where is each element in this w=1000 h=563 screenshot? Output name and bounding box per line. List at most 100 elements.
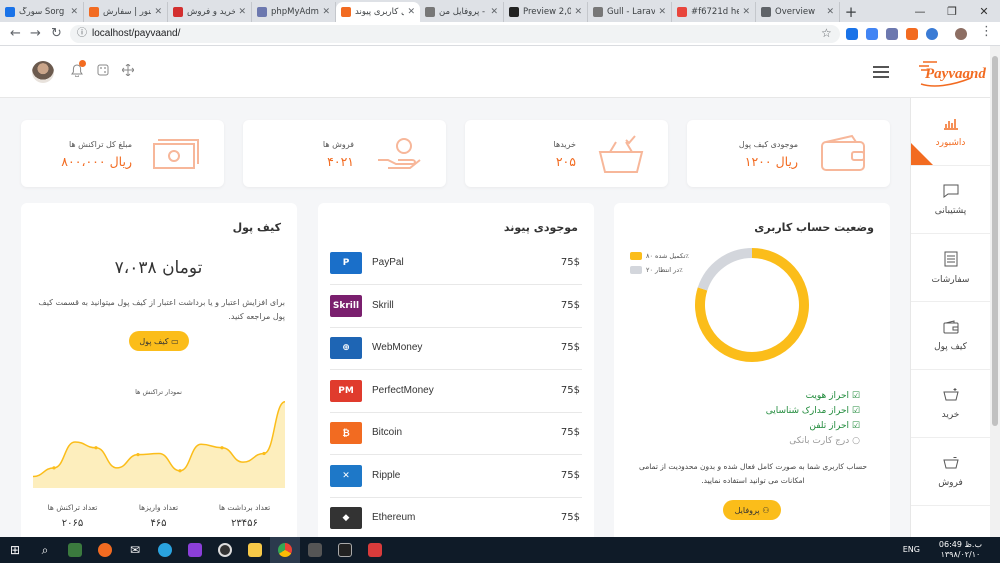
info-icon[interactable]: ⓘ — [77, 25, 87, 43]
close-tab-icon[interactable]: ✕ — [490, 7, 498, 17]
stat-value: ۲۰۶۵ — [61, 518, 84, 529]
payment-value: 75$ — [560, 384, 580, 396]
input-language[interactable]: ENG — [903, 545, 920, 554]
close-tab-icon[interactable]: ✕ — [574, 7, 582, 17]
taskbar-app-tool[interactable] — [300, 537, 330, 563]
check-label: درج کارت بانکی — [789, 436, 850, 446]
close-tab-icon[interactable]: ✕ — [407, 7, 415, 17]
balance-row: Skrill Skrill 75$ — [330, 286, 582, 328]
tab-list: سورگ Sorg ✕ تلنور | سفارش ✕ خرید و فروش ✕ phpM… — [0, 0, 840, 22]
browser-tab[interactable]: پنل کاربری پیوند✕ — [336, 2, 420, 22]
page-scrollbar[interactable] — [990, 46, 1000, 537]
stat-label: تعداد واریزها — [138, 503, 179, 512]
empty-circle-icon: ○ — [852, 436, 860, 446]
taskbar-app-obs[interactable] — [210, 537, 240, 563]
sidebar-item-sell[interactable]: فروش — [911, 438, 990, 506]
check-label: احراز تلفن — [809, 421, 850, 431]
logo-mark: PM — [338, 385, 354, 396]
menu-kebab-icon[interactable]: ⋮ — [980, 24, 993, 39]
fullscreen-icon[interactable] — [121, 63, 135, 77]
tab-title: Preview 2,0 — [523, 7, 572, 17]
favicon-icon — [677, 7, 687, 17]
sidebar-item-dashboard[interactable]: داشبورد — [911, 98, 990, 166]
browser-tab[interactable]: Overview ✕ — [756, 2, 840, 22]
ext-circle-icon[interactable] — [926, 28, 938, 40]
profile-avatar[interactable] — [955, 28, 967, 40]
hamburger-menu-button[interactable] — [873, 66, 889, 81]
sidebar-item-orders[interactable]: سفارشات — [911, 234, 990, 302]
close-tab-icon[interactable]: ✕ — [322, 7, 330, 17]
completion-donut-chart — [695, 248, 809, 362]
maximize-button[interactable]: ❐ — [936, 0, 968, 22]
close-tab-icon[interactable]: ✕ — [154, 7, 162, 17]
stat-card-sales: فروش ها ۴۰۲۱ — [243, 120, 446, 187]
percent-extension-icon[interactable] — [906, 28, 918, 40]
taskbar-app-chrome[interactable] — [270, 537, 300, 563]
close-tab-icon[interactable]: ✕ — [238, 7, 246, 17]
back-button[interactable]: ← — [10, 26, 21, 41]
wallet-card: کیف پول ۷،۰۳۸ تومان برای افزایش اعتبار و… — [21, 203, 297, 537]
php-extension-icon[interactable] — [886, 28, 898, 40]
browser-tab[interactable]: #f6721d hex✕ — [672, 2, 756, 22]
user-avatar[interactable] — [32, 61, 54, 83]
check-circle-icon: ☑ — [851, 421, 860, 431]
taskbar-app-photos[interactable] — [60, 537, 90, 563]
payment-value: 75$ — [560, 427, 580, 438]
search-icon[interactable]: ⌕ — [30, 537, 60, 563]
taskbar-app-telegram[interactable] — [150, 537, 180, 563]
close-tab-icon[interactable]: ✕ — [70, 7, 78, 17]
profile-button[interactable]: پروفایل ⚇ — [723, 500, 781, 520]
browser-tab[interactable]: سورگ Sorg ✕ — [0, 2, 84, 22]
taskbar-app-mail[interactable]: ✉ — [120, 537, 150, 563]
taskbar-app-payvaand[interactable] — [360, 537, 390, 563]
forward-button[interactable]: → — [30, 26, 41, 41]
browser-tab[interactable]: تلنور | سفارش ✕ — [84, 2, 168, 22]
taskbar-app-explorer[interactable] — [240, 537, 270, 563]
close-tab-icon[interactable]: ✕ — [658, 7, 666, 17]
clock-time: 06:49 ب.ظ — [938, 540, 982, 549]
account-description: حساب کاربری شما به صورت کامل فعال شده و … — [638, 462, 868, 485]
user-icon: ⚇ — [762, 505, 770, 515]
taskbar-app-terminal[interactable] — [330, 537, 360, 563]
new-tab-button[interactable]: + — [840, 2, 862, 22]
close-tab-icon[interactable]: ✕ — [742, 7, 750, 17]
taskbar-app-phpstorm[interactable] — [180, 537, 210, 563]
dice-icon[interactable] — [96, 63, 110, 77]
sidebar-item-wallet[interactable]: کیف پول — [911, 302, 990, 370]
extension-icon[interactable] — [846, 28, 858, 40]
window-controls: — ❐ ✕ — [904, 0, 1000, 22]
sidebar-item-label: فروش — [938, 478, 963, 488]
area-point — [262, 451, 266, 456]
minimize-button[interactable]: — — [904, 0, 936, 22]
stat-value: ۲۰۵ — [555, 154, 576, 169]
browser-tab[interactable]: phpMyAdmin✕ — [252, 2, 336, 22]
scrollbar-thumb[interactable] — [992, 56, 998, 426]
payvaand-logo[interactable]: Payvaand — [917, 54, 986, 90]
sidebar-item-support[interactable]: پشتیبانی — [911, 166, 990, 234]
hand-money-icon — [378, 138, 421, 169]
payment-name: PerfectMoney — [372, 384, 434, 396]
favicon-icon — [5, 7, 15, 17]
browser-tab[interactable]: Gull - Larave✕ — [588, 2, 672, 22]
check-label: احراز مدارک شناسایی — [765, 406, 850, 416]
browser-tab[interactable]: خرید و فروش ✕ — [168, 2, 252, 22]
close-window-button[interactable]: ✕ — [968, 0, 1000, 22]
translate-extension-icon[interactable] — [866, 28, 878, 40]
windows-start-icon[interactable]: ⊞ — [0, 537, 30, 563]
browser-tab[interactable]: Preview 2,0 ✕ — [504, 2, 588, 22]
address-bar: ← → ↻ ⓘ localhost/payvaand/ ☆ ⋮ — [0, 22, 1000, 46]
wallet-icon — [821, 134, 865, 171]
check-circle-icon: ☑ — [851, 406, 860, 416]
reload-button[interactable]: ↻ — [51, 26, 62, 41]
url-field[interactable]: ⓘ localhost/payvaand/ — [70, 25, 840, 43]
bookmark-star-icon[interactable]: ☆ — [821, 26, 832, 40]
taskbar-clock[interactable]: 06:49 ب.ظ ۱۳۹۸/۰۲/۱۰ — [939, 540, 982, 560]
sidebar-item-buy[interactable]: خرید — [911, 370, 990, 438]
browser-tab[interactable]: پروفایل من - ✕ — [420, 2, 504, 22]
clock-date: ۱۳۹۸/۰۲/۱۰ — [940, 550, 981, 559]
stat-label: تعداد تراکنش ها — [47, 503, 98, 512]
close-tab-icon[interactable]: ✕ — [826, 7, 834, 17]
taskbar-app-compass[interactable] — [90, 537, 120, 563]
payment-value: 75$ — [560, 469, 580, 481]
wallet-button[interactable]: کیف پول ▭ — [129, 331, 189, 351]
